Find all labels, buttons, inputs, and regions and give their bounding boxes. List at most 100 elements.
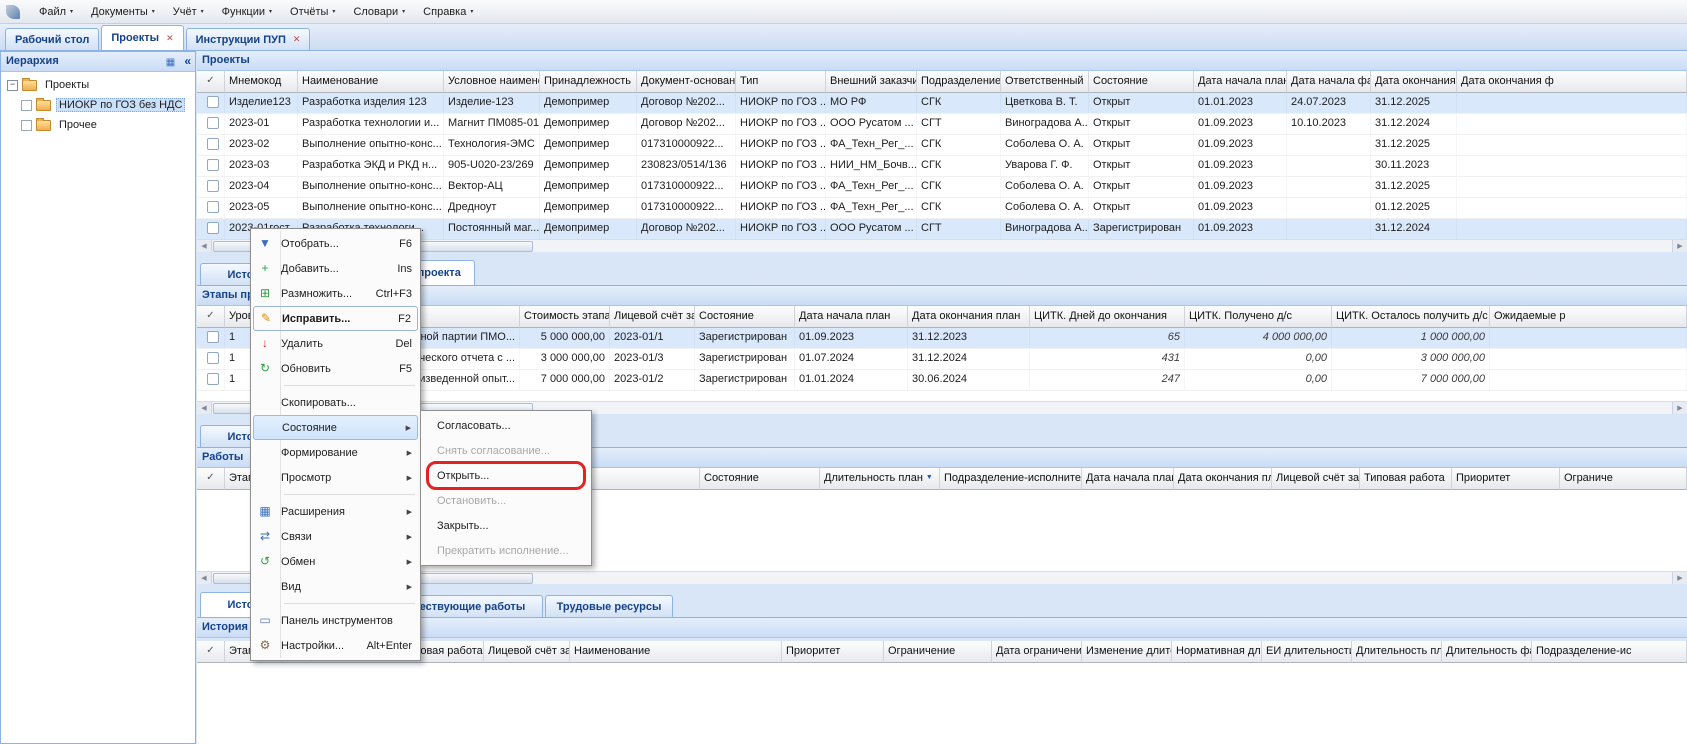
column-header[interactable]: Дата начала план.: [1082, 468, 1174, 490]
column-header[interactable]: Нормативная длит: [1172, 641, 1262, 663]
column-header[interactable]: Дата окончания план: [1174, 468, 1272, 490]
column-header[interactable]: Ожидаемые р: [1490, 306, 1687, 328]
close-tab-icon[interactable]: ✕: [166, 33, 174, 44]
menu-dictionaries[interactable]: Словари▾: [344, 1, 414, 23]
menu-functions[interactable]: Функции▾: [213, 1, 281, 23]
menu-item-open[interactable]: Открыть...: [423, 463, 589, 488]
select-all-header[interactable]: ✓: [197, 306, 225, 328]
menu-item-edit[interactable]: ✎Исправить...F2: [253, 306, 418, 331]
tab-pup-instructions[interactable]: Инструкции ПУП✕: [186, 28, 311, 50]
tree-node-niokr-goz[interactable]: НИОКР по ГОЗ без НДС: [1, 95, 195, 115]
column-header[interactable]: Приоритет: [1452, 468, 1560, 490]
column-header[interactable]: Изменение длител: [1082, 641, 1172, 663]
tab-projects[interactable]: Проекты✕: [101, 25, 183, 50]
menu-item-select[interactable]: ▼Отобрать...F6: [253, 231, 418, 256]
menu-item-add[interactable]: +Добавить...Ins: [253, 256, 418, 281]
row-checkbox[interactable]: [207, 331, 219, 343]
column-header[interactable]: Длительность фак: [1442, 641, 1532, 663]
column-header[interactable]: Дата начала план.: [1194, 71, 1287, 93]
close-tab-icon[interactable]: ✕: [293, 34, 301, 45]
row-checkbox[interactable]: [207, 201, 219, 213]
column-header[interactable]: Лицевой счёт затр: [1272, 468, 1360, 490]
collapse-panel-icon[interactable]: «: [184, 54, 191, 68]
row-checkbox[interactable]: [207, 117, 219, 129]
column-header[interactable]: Подразделение-исполнитель..: [940, 468, 1082, 490]
column-header[interactable]: Приоритет: [782, 641, 884, 663]
menu-item-formation[interactable]: Формирование▶: [253, 440, 418, 465]
menu-item-settings[interactable]: ⚙Настройки...Alt+Enter: [253, 633, 418, 658]
column-header[interactable]: ЦИТК. Получено д/с: [1185, 306, 1332, 328]
menu-help[interactable]: Справка▾: [414, 1, 482, 23]
select-all-header[interactable]: ✓: [197, 641, 225, 663]
column-header[interactable]: Наименование: [570, 641, 782, 663]
menu-item-close[interactable]: Закрыть...: [423, 513, 589, 538]
column-header[interactable]: Лицевой счёт затрат: [610, 306, 695, 328]
column-header[interactable]: Ограничение: [884, 641, 992, 663]
row-checkbox[interactable]: [207, 373, 219, 385]
menu-item-view[interactable]: Вид▶: [253, 574, 418, 599]
select-all-header[interactable]: ✓: [197, 468, 225, 490]
filter-icon[interactable]: ▦: [166, 57, 175, 68]
column-header[interactable]: Состояние: [695, 306, 795, 328]
column-header[interactable]: Дата окончания план: [908, 306, 1030, 328]
menu-accounting[interactable]: Учёт▾: [164, 1, 213, 23]
column-header[interactable]: ЦИТК. Осталось получить д/с: [1332, 306, 1490, 328]
row-checkbox[interactable]: [207, 159, 219, 171]
grid-row[interactable]: Изделие123Разработка изделия 123Изделие-…: [197, 93, 1687, 114]
column-header[interactable]: Дата ограничения: [992, 641, 1082, 663]
column-header[interactable]: Тип: [736, 71, 826, 93]
column-header[interactable]: Типовая работа: [1360, 468, 1452, 490]
menu-item-state[interactable]: Состояние▶: [253, 415, 418, 440]
column-header[interactable]: Стоимость этапа: [520, 306, 610, 328]
menu-item-duplicate[interactable]: ⊞Размножить...Ctrl+F3: [253, 281, 418, 306]
column-header[interactable]: Этап проекта: [225, 468, 252, 490]
menu-item-links[interactable]: ⇄Связи▶: [253, 524, 418, 549]
column-header[interactable]: Лицевой счёт затр: [484, 641, 570, 663]
column-header[interactable]: Ограниче: [1560, 468, 1687, 490]
column-header[interactable]: Состояние: [1089, 71, 1194, 93]
grid-row[interactable]: 2023-01Разработка технологии и...Магнит …: [197, 114, 1687, 135]
select-all-header[interactable]: ✓: [197, 71, 225, 93]
tree-expander-icon[interactable]: −: [7, 80, 18, 91]
menu-reports[interactable]: Отчёты▾: [281, 1, 344, 23]
row-checkbox[interactable]: [207, 352, 219, 364]
menu-item-copy[interactable]: Скопировать...: [253, 390, 418, 415]
menu-item-refresh[interactable]: ↻ОбновитьF5: [253, 356, 418, 381]
column-header[interactable]: Внешний заказчик: [826, 71, 917, 93]
menu-item-preview[interactable]: Просмотр▶: [253, 465, 418, 490]
column-header[interactable]: Условное наименова: [444, 71, 540, 93]
menu-item-exchange[interactable]: ↺Обмен▶: [253, 549, 418, 574]
column-header[interactable]: Уровень: [225, 306, 252, 328]
column-header[interactable]: Мнемокод: [225, 71, 298, 93]
column-header[interactable]: Дата начала факт: [1287, 71, 1371, 93]
grid-row[interactable]: 2023-02Выполнение опытно-конс...Технолог…: [197, 135, 1687, 156]
column-header[interactable]: Дата окончания п: [1371, 71, 1457, 93]
menu-item-toolbar[interactable]: ▭Панель инструментов: [253, 608, 418, 633]
grid-row[interactable]: 2023-04Выполнение опытно-конс...Вектор-А…: [197, 177, 1687, 198]
menu-item-delete[interactable]: ↓УдалитьDel: [253, 331, 418, 356]
column-header[interactable]: Подразделение-ис: [1532, 641, 1687, 663]
column-header[interactable]: ЦИТК. Дней до окончания: [1030, 306, 1185, 328]
column-header[interactable]: Принадлежность: [540, 71, 637, 93]
row-checkbox[interactable]: [207, 222, 219, 234]
menu-file[interactable]: Файл▾: [30, 1, 82, 23]
column-header[interactable]: Подразделение-от: [917, 71, 1001, 93]
tab-labor-resources[interactable]: Трудовые ресурсы: [545, 595, 673, 617]
column-header[interactable]: Наименование: [298, 71, 444, 93]
row-checkbox[interactable]: [207, 138, 219, 150]
row-checkbox[interactable]: [207, 180, 219, 192]
column-header[interactable]: Длительность план▼: [820, 468, 940, 490]
tree-checkbox[interactable]: [21, 100, 32, 111]
column-header[interactable]: Дата начала план: [795, 306, 908, 328]
column-header[interactable]: Документ-основан: [637, 71, 736, 93]
tree-checkbox[interactable]: [21, 120, 32, 131]
menu-documents[interactable]: Документы▾: [82, 1, 164, 23]
column-header[interactable]: Дата окончания ф: [1457, 71, 1687, 93]
column-header[interactable]: Ответственный: [1001, 71, 1089, 93]
column-header[interactable]: ЕИ длительности: [1262, 641, 1352, 663]
tree-node-projects-root[interactable]: −Проекты: [1, 75, 195, 95]
grid-row[interactable]: 2023-03Разработка ЭКД и РКД н...905-U020…: [197, 156, 1687, 177]
grid-row[interactable]: 2023-05Выполнение опытно-конс...Дредноут…: [197, 198, 1687, 219]
menu-item-approve[interactable]: Согласовать...: [423, 413, 589, 438]
menu-item-extensions[interactable]: ▦Расширения▶: [253, 499, 418, 524]
